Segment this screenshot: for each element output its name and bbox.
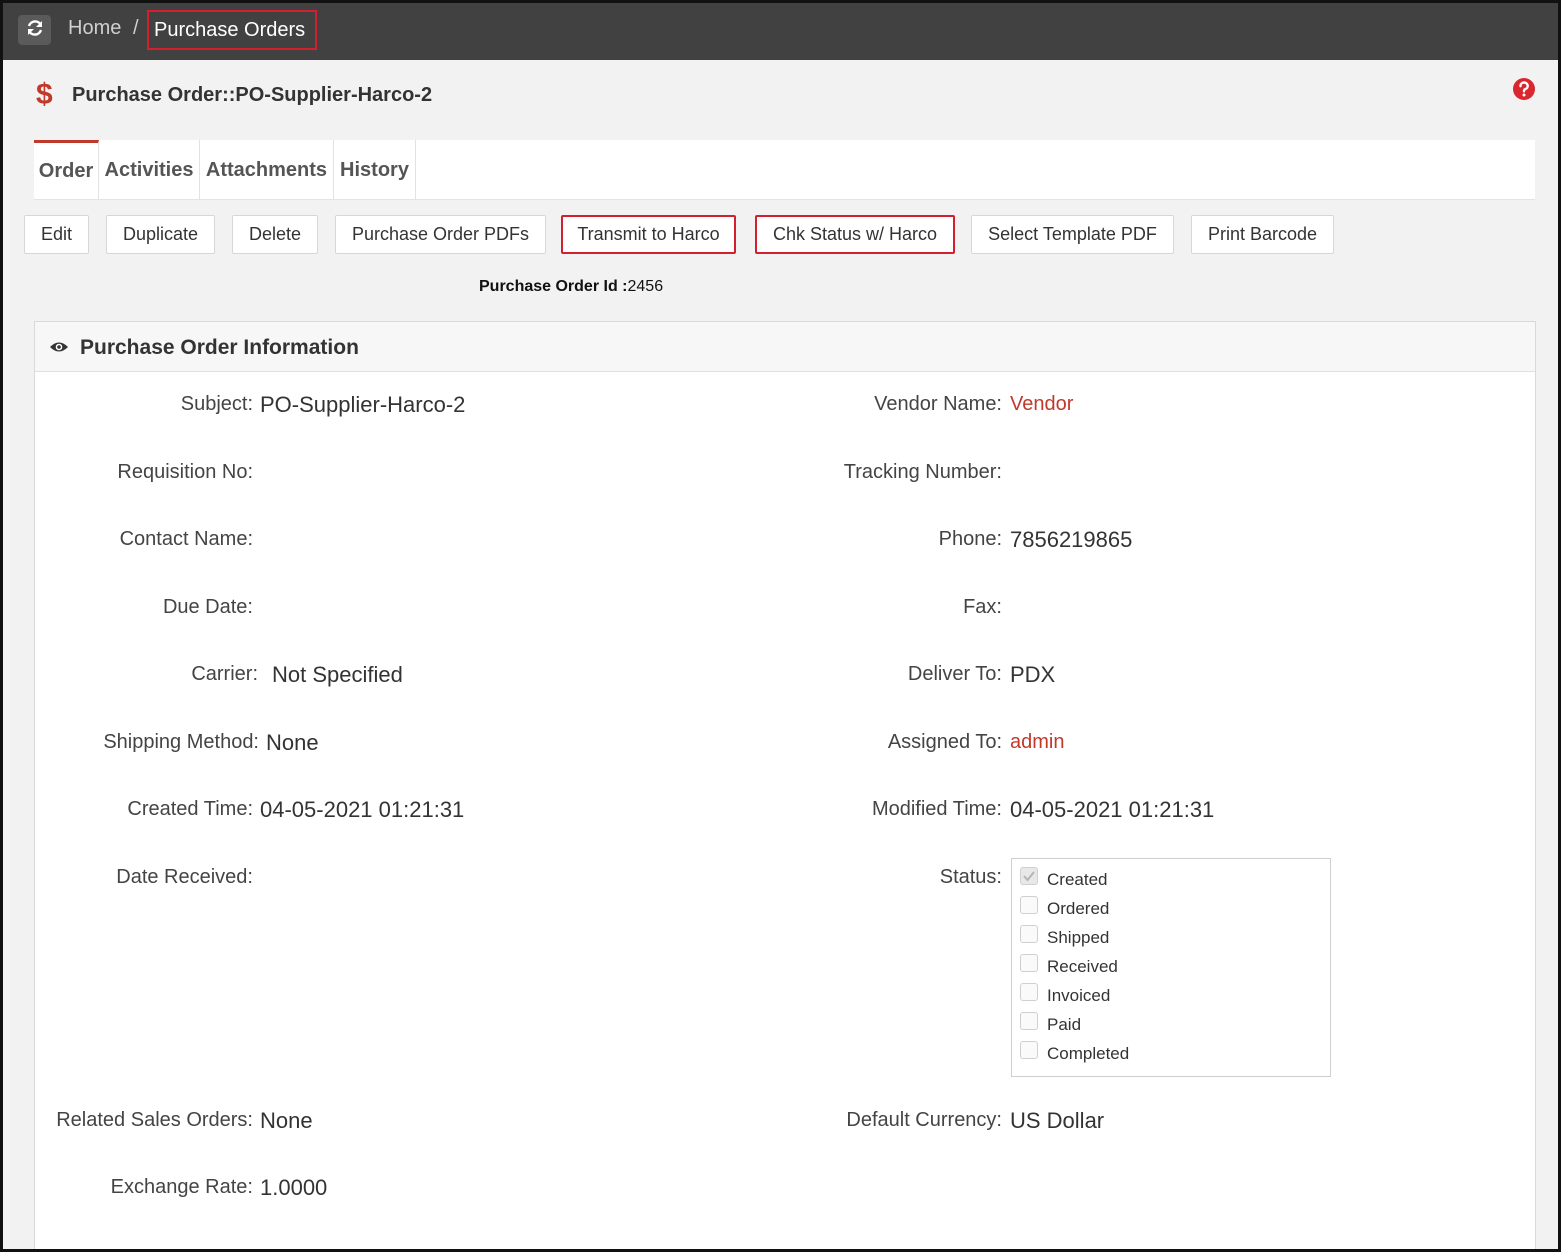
- status-checklist: Created Ordered Shipped Received Invoice…: [1011, 858, 1331, 1077]
- breadcrumb-separator: /: [133, 17, 139, 39]
- status-label: Status:: [939, 866, 1002, 888]
- exchange-rate-value: 1.0000: [260, 1175, 328, 1200]
- purchase-order-id-value: 2456: [627, 278, 664, 295]
- created-time-value: 04-05-2021 01:21:31: [260, 797, 465, 822]
- default-currency-value: US Dollar: [1010, 1108, 1105, 1133]
- panel-title: Purchase Order Information: [80, 336, 359, 359]
- assigned-to-link[interactable]: admin: [1010, 731, 1064, 754]
- top-navbar: Home / Purchase Orders: [0, 0, 1561, 60]
- due-date-label: Due Date:: [162, 596, 253, 618]
- status-checkbox-created[interactable]: [1020, 867, 1038, 885]
- fax-label: Fax:: [963, 596, 1002, 618]
- status-option-invoiced[interactable]: Invoiced: [1020, 982, 1110, 1005]
- purchase-order-id-label: Purchase Order Id :: [479, 278, 628, 295]
- record-tabs: Order Activities Attachments History: [34, 140, 1535, 200]
- exchange-rate-label: Exchange Rate:: [110, 1176, 253, 1198]
- status-option-label: Completed: [1047, 1044, 1130, 1063]
- subject-label: Subject:: [180, 393, 253, 415]
- shipping-method-value: None: [266, 730, 319, 755]
- status-checkbox-shipped[interactable]: [1020, 925, 1038, 943]
- duplicate-button[interactable]: Duplicate: [106, 215, 215, 254]
- deliver-to-value: PDX: [1010, 662, 1056, 687]
- status-option-label: Paid: [1047, 1015, 1082, 1034]
- modified-time-label: Modified Time:: [871, 798, 1002, 820]
- status-option-paid[interactable]: Paid: [1020, 1011, 1081, 1034]
- carrier-value: Not Specified: [272, 662, 403, 687]
- print-barcode-button[interactable]: Print Barcode: [1191, 215, 1334, 254]
- status-checkbox-invoiced[interactable]: [1020, 983, 1038, 1001]
- requisition-no-label: Requisition No:: [117, 461, 253, 483]
- status-option-label: Shipped: [1047, 928, 1110, 947]
- purchase-order-pdfs-button[interactable]: Purchase Order PDFs: [335, 215, 546, 254]
- status-option-label: Ordered: [1047, 899, 1110, 918]
- page-title: Purchase Order::PO-Supplier-Harco-2: [72, 83, 433, 106]
- status-checkbox-received[interactable]: [1020, 954, 1038, 972]
- tab-history[interactable]: History: [334, 140, 416, 200]
- purchase-order-id: Purchase Order Id :2456: [479, 278, 663, 296]
- eye-icon[interactable]: [49, 340, 69, 359]
- vendor-name-label: Vendor Name:: [874, 393, 1002, 415]
- status-option-label: Invoiced: [1047, 986, 1111, 1005]
- date-received-label: Date Received:: [116, 866, 253, 888]
- refresh-icon: [25, 18, 45, 43]
- status-option-received[interactable]: Received: [1020, 953, 1118, 976]
- default-currency-label: Default Currency:: [846, 1109, 1002, 1131]
- related-sales-orders-label: Related Sales Orders:: [56, 1109, 253, 1131]
- purchase-order-info-panel: Purchase Order Information Subject: PO-S…: [34, 321, 1536, 1252]
- related-sales-orders-value: None: [260, 1108, 313, 1133]
- shipping-method-label: Shipping Method:: [103, 731, 259, 753]
- phone-label: Phone:: [938, 528, 1002, 550]
- edit-button[interactable]: Edit: [24, 215, 89, 254]
- tab-order[interactable]: Order: [34, 140, 99, 200]
- status-checkbox-completed[interactable]: [1020, 1041, 1038, 1059]
- status-option-created[interactable]: Created: [1020, 866, 1107, 889]
- tab-attachments[interactable]: Attachments: [200, 140, 334, 200]
- status-checkbox-paid[interactable]: [1020, 1012, 1038, 1030]
- refresh-button[interactable]: [18, 15, 51, 45]
- page-header: $ Purchase Order::PO-Supplier-Harco-2: [36, 78, 432, 112]
- status-checkbox-ordered[interactable]: [1020, 896, 1038, 914]
- contact-name-label: Contact Name:: [119, 528, 253, 550]
- modified-time-value: 04-05-2021 01:21:31: [1010, 797, 1215, 822]
- breadcrumb-current[interactable]: Purchase Orders: [147, 10, 317, 50]
- created-time-label: Created Time:: [127, 798, 253, 820]
- vendor-name-link[interactable]: Vendor: [1010, 393, 1073, 416]
- status-option-completed[interactable]: Completed: [1020, 1040, 1129, 1063]
- delete-button[interactable]: Delete: [232, 215, 318, 254]
- subject-value: PO-Supplier-Harco-2: [260, 392, 466, 417]
- status-option-ordered[interactable]: Ordered: [1020, 895, 1109, 918]
- assigned-to-label: Assigned To:: [887, 731, 1002, 753]
- status-option-label: Created: [1047, 870, 1108, 889]
- tab-activities[interactable]: Activities: [99, 140, 200, 200]
- breadcrumb-home[interactable]: Home: [68, 17, 121, 40]
- carrier-label: Carrier:: [191, 663, 258, 685]
- tracking-number-label: Tracking Number:: [843, 461, 1002, 483]
- deliver-to-label: Deliver To:: [907, 663, 1002, 685]
- check-icon: [1023, 871, 1035, 882]
- panel-header[interactable]: Purchase Order Information: [35, 322, 1535, 372]
- status-option-label: Received: [1047, 957, 1118, 976]
- help-icon[interactable]: [1512, 77, 1536, 101]
- dollar-icon: $: [36, 78, 53, 111]
- select-template-pdf-button[interactable]: Select Template PDF: [971, 215, 1174, 254]
- check-status-harco-button[interactable]: Chk Status w/ Harco: [755, 215, 955, 254]
- phone-value: 7856219865: [1010, 527, 1133, 552]
- transmit-to-harco-button[interactable]: Transmit to Harco: [561, 215, 736, 254]
- status-option-shipped[interactable]: Shipped: [1020, 924, 1109, 947]
